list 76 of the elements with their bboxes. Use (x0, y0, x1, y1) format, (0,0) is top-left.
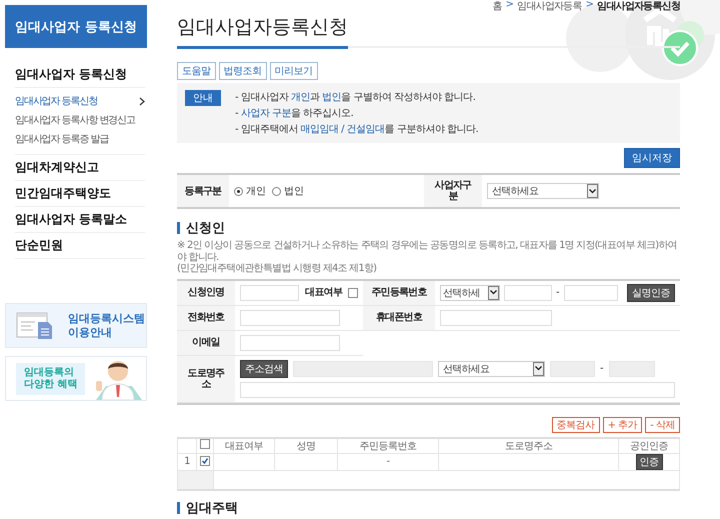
tool-button[interactable]: 법령조회 (218, 62, 266, 80)
banner-text: 임대등록의 (24, 366, 75, 378)
dropdown-caret-icon (587, 184, 598, 198)
address-search-button[interactable]: 주소검색 (240, 360, 288, 378)
nav-section[interactable]: 단순민원 (15, 233, 145, 259)
nav-item[interactable]: 임대사업자 등록증 발급 (15, 132, 145, 146)
field-label: 주민등록번호 (371, 287, 427, 298)
sidebar-title: 임대사업자 등록신청 (5, 5, 147, 48)
nav-section[interactable]: 임대사업자 등록말소 (15, 207, 145, 233)
field-label: 신청인명 (188, 287, 224, 298)
save-draft-button[interactable]: 임시저장 (624, 148, 680, 168)
nav-item[interactable]: 임대사업자 등록신청 (15, 94, 145, 108)
field-label: 대표여부 (305, 287, 342, 298)
dash-text: - (600, 363, 604, 374)
list-action-button[interactable]: - 삭제 (645, 416, 680, 432)
email-input[interactable] (240, 334, 340, 350)
dash-text: - (556, 287, 560, 298)
checkbox[interactable] (200, 456, 210, 466)
banner-text: 다양한 혜택 (24, 378, 78, 390)
checkbox[interactable] (348, 288, 358, 298)
nav-item[interactable]: 임대사업자 등록사항 변경신고 (15, 113, 145, 127)
dropdown-caret-icon (488, 286, 499, 300)
field-label: 이메일 (192, 337, 220, 348)
page-title: 임대사업자등록신청 (177, 14, 348, 49)
rrn-select[interactable]: 선택하세 (440, 284, 500, 300)
rrn-input[interactable] (504, 284, 552, 300)
notice-text: - 임대주택에서 매입임대 / 건설임대를 구분하셔야 합니다. (235, 123, 478, 136)
nav-section[interactable]: 민간임대주택양도 (15, 181, 145, 207)
breadcrumb-link[interactable]: 임대사업자등록신청 (597, 0, 680, 13)
business-type-select[interactable]: 선택하세요 (487, 183, 599, 199)
field-label: 등록구분 (184, 186, 222, 196)
note-text: ※ 2인 이상이 공동으로 건설하거나 소유하는 주택의 경우에는 공동명의로 등록하고, 대표자를 1명 지정(대표여부 체크)하여야 합니다. (177, 240, 678, 263)
table-cell: - (338, 453, 438, 470)
chevron-icon (139, 96, 145, 106)
breadcrumb-link[interactable]: 홈 (492, 0, 502, 13)
list-action-button[interactable]: 중복검사 (552, 416, 600, 432)
radio-option[interactable]: 법인 (272, 184, 304, 198)
note-text: (민간임대주택에관한특별법 시행령 제4조 제1항) (177, 263, 378, 274)
field-label: 휴대폰번호 (376, 312, 422, 323)
mobile-input[interactable] (440, 310, 552, 326)
document-icon (16, 312, 54, 340)
tool-button[interactable]: 도움말 (177, 62, 216, 80)
field-label: 도로명주소 (186, 368, 226, 390)
guide-banner[interactable]: 임대등록시스템 이용안내 (5, 303, 147, 348)
column-header: 공인인증 (618, 438, 680, 453)
field-label: 사업자구분 (434, 180, 472, 202)
notice-text: - 사업자 구분을 하주십시오. (235, 107, 354, 120)
notice-label: 안내 (185, 90, 221, 106)
column-header: 도로명주소 (438, 438, 618, 453)
address-select[interactable]: 선택하세요 (438, 360, 545, 376)
column-header: 성명 (274, 438, 338, 453)
list-action-button[interactable]: + 추가 (602, 416, 642, 432)
name-input[interactable] (240, 284, 300, 300)
field-label: 전화번호 (188, 312, 224, 323)
checkbox[interactable] (200, 439, 210, 449)
section-heading: 임대주택 (186, 500, 238, 516)
banner-text: 이용안내 (68, 326, 113, 339)
breadcrumb-link[interactable]: 임대사업자등록 (517, 0, 582, 13)
breadcrumb-separator: > (586, 0, 594, 12)
section-heading: 신청인 (186, 220, 225, 237)
row-number: 1 (178, 453, 196, 470)
breadcrumb-separator: > (506, 0, 514, 12)
address-detail-input[interactable] (240, 382, 675, 398)
nav-section[interactable]: 임대사업자 등록신청 (15, 62, 145, 88)
dropdown-caret-icon (533, 362, 544, 376)
banner-text: 임대등록시스템 (68, 312, 145, 326)
verify-button[interactable]: 실명인증 (627, 284, 675, 302)
notice-text: - 임대사업자 개인과 법인을 구별하여 작성하셔야 합니다. (235, 91, 476, 104)
radio-option[interactable]: 개인 (234, 184, 266, 198)
rrn-input[interactable] (564, 284, 618, 300)
certify-button[interactable]: 인증 (636, 454, 662, 470)
column-header: 주민등록번호 (338, 438, 438, 453)
column-header: 대표여부 (214, 438, 274, 453)
tool-button[interactable]: 미리보기 (270, 62, 318, 80)
nav-section[interactable]: 임대차계약신고 (15, 155, 145, 181)
phone-input[interactable] (240, 310, 340, 326)
